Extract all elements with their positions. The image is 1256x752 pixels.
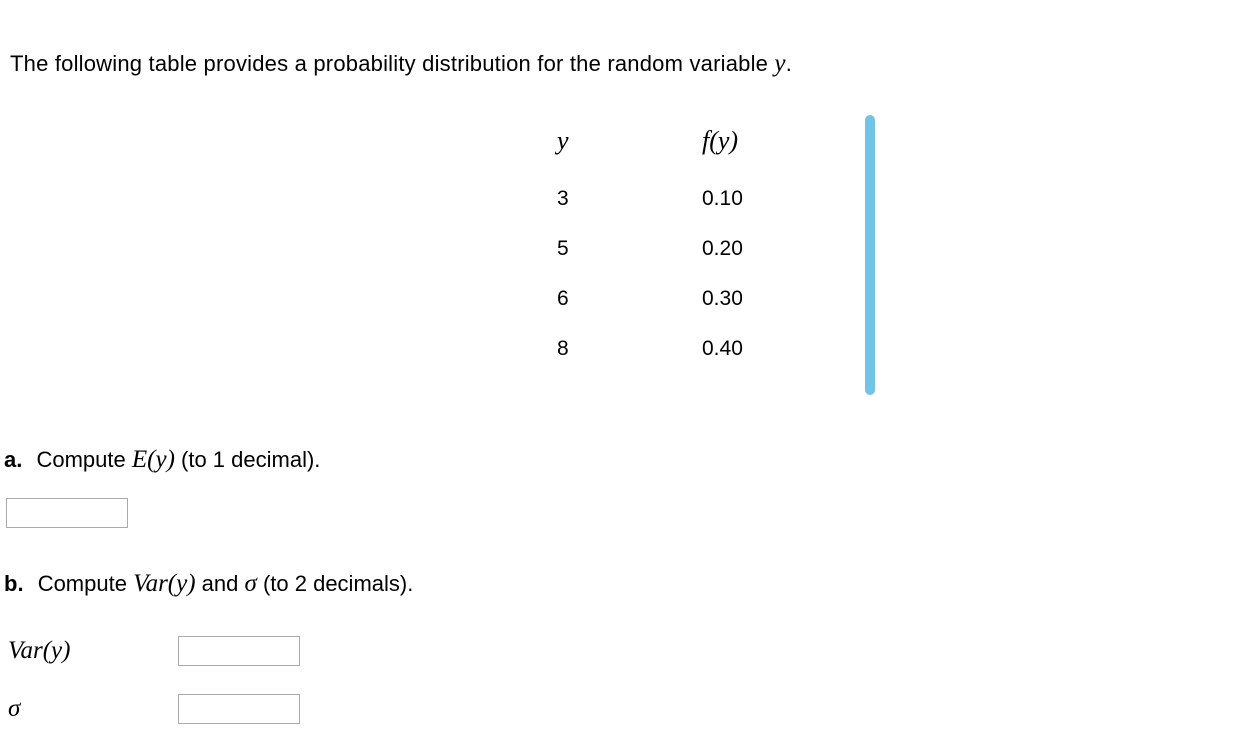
question-a-post: (to 1 decimal).	[175, 447, 321, 472]
header-y: y	[535, 118, 702, 174]
var-label: Var(y)	[8, 637, 178, 665]
table-row: 6 0.30	[535, 274, 812, 324]
intro-variable: y	[774, 50, 785, 77]
question-a: a. Compute E(y) (to 1 decimal).	[4, 446, 320, 474]
cell-fy: 0.20	[702, 224, 812, 274]
header-fy: f(y)	[702, 118, 812, 174]
table-row: 5 0.20	[535, 224, 812, 274]
var-input[interactable]	[178, 636, 300, 666]
question-a-pre: Compute	[36, 447, 131, 472]
cell-y: 8	[535, 324, 702, 374]
question-b-mid: and	[196, 571, 245, 596]
question-b-math2: σ	[245, 570, 257, 597]
table-row: 8 0.40	[535, 324, 812, 374]
intro-text: The following table provides a probabili…	[10, 50, 792, 78]
question-b-post: (to 2 decimals).	[257, 571, 414, 596]
question-b: b. Compute Var(y) and σ (to 2 decimals).	[4, 570, 413, 598]
answer-a-input[interactable]	[6, 498, 128, 528]
intro-prefix: The following table provides a probabili…	[10, 51, 774, 76]
cell-y: 3	[535, 174, 702, 224]
question-b-pre: Compute	[38, 571, 133, 596]
cell-fy: 0.30	[702, 274, 812, 324]
intro-suffix: .	[786, 51, 792, 76]
probability-table: y f(y) 3 0.10 5 0.20 6 0.30 8 0.40	[535, 118, 812, 374]
cell-fy: 0.40	[702, 324, 812, 374]
cell-fy: 0.10	[702, 174, 812, 224]
sigma-input[interactable]	[178, 694, 300, 724]
question-b-math1: Var(y)	[133, 570, 195, 597]
question-a-label: a.	[4, 447, 22, 472]
question-a-math: E(y)	[132, 446, 175, 473]
table-row: 3 0.10	[535, 174, 812, 224]
scrollbar-thumb[interactable]	[865, 115, 875, 395]
var-row: Var(y)	[8, 636, 300, 666]
sigma-label: σ	[8, 695, 178, 723]
cell-y: 5	[535, 224, 702, 274]
sigma-row: σ	[8, 694, 300, 724]
cell-y: 6	[535, 274, 702, 324]
question-b-label: b.	[4, 571, 24, 596]
